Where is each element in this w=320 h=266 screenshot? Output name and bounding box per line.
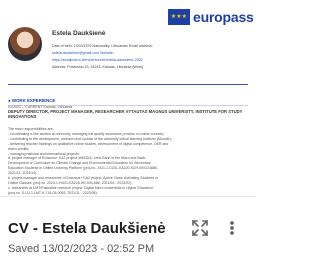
document-thumbnail[interactable]: ★★★ europass Estela Daukšienė Date of bi… xyxy=(0,0,256,197)
info-line-email: estela.dauksiene@gmail.com Website: xyxy=(52,51,114,55)
document-title[interactable]: CV - Estela Daukšienė xyxy=(8,220,176,237)
section-work-experience: ● WORK EXPERIENCE xyxy=(8,98,56,103)
body-line: (proj.no. S-LU-1-LMT-K-719-05-0053, 2021… xyxy=(8,190,98,195)
eu-flag-icon: ★★★ xyxy=(168,9,190,25)
info-line-website: https://studijuotivu.lt/en/personnel/est… xyxy=(52,58,143,62)
thumbnail-border xyxy=(0,196,256,197)
document-card[interactable]: ★★★ europass Estela Daukšienė Date of bi… xyxy=(0,0,256,266)
more-vertical-icon[interactable] xyxy=(226,218,238,238)
job-description: The main responsibilities are: - coordin… xyxy=(8,127,246,196)
europass-logo: europass xyxy=(193,9,254,25)
info-line-birth: Date of birth: 13/03/1976 Nationality: L… xyxy=(52,44,153,48)
info-line-address: Address: Putvinskio 23, 44243, Kaunas, L… xyxy=(52,65,144,69)
saved-timestamp: Saved 13/02/2023 - 02:52 PM xyxy=(8,243,155,255)
header-divider xyxy=(8,84,248,85)
job-title: DEPUTY DIRECTOR, PROJECT MANAGER, RESEAR… xyxy=(8,109,243,119)
avatar xyxy=(8,27,42,61)
person-name: Estela Daukšienė xyxy=(52,30,106,37)
expand-arrows-icon[interactable] xyxy=(190,218,210,238)
